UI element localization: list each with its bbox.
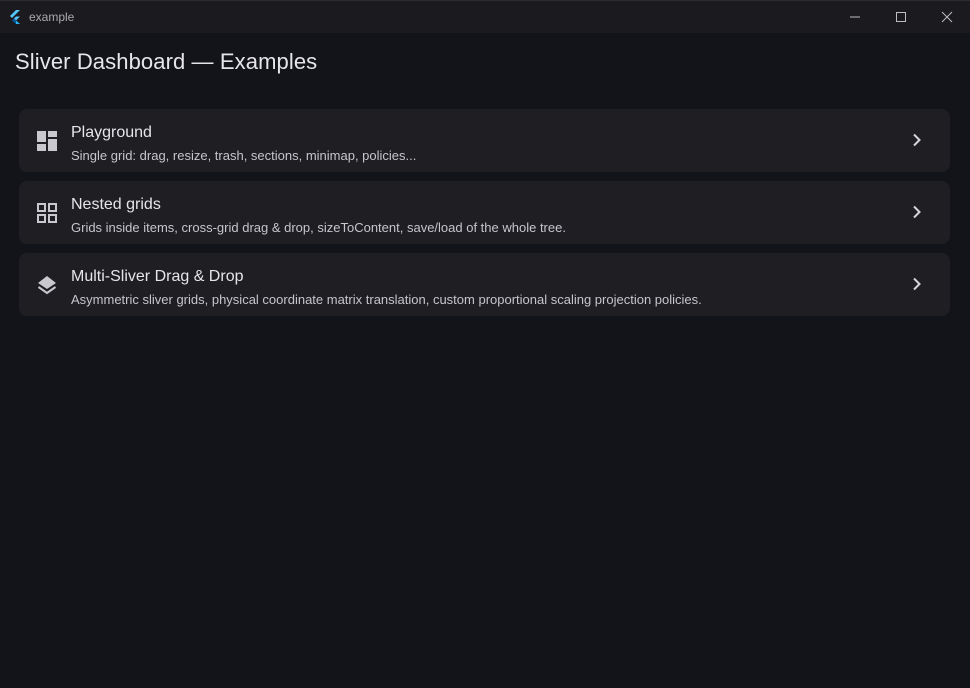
minimize-icon (850, 16, 860, 18)
card-subtitle: Asymmetric sliver grids, physical coordi… (71, 292, 702, 307)
layers-icon (36, 274, 58, 296)
close-icon (941, 11, 953, 23)
maximize-button[interactable] (878, 1, 924, 33)
chevron-right-icon (910, 133, 924, 147)
dashboard-icon (36, 130, 58, 152)
example-card-multi-sliver[interactable]: Multi-Sliver Drag & Drop Asymmetric sliv… (19, 253, 950, 316)
minimize-button[interactable] (832, 1, 878, 33)
card-subtitle: Grids inside items, cross-grid drag & dr… (71, 220, 566, 235)
examples-list: Playground Single grid: drag, resize, tr… (19, 109, 950, 325)
maximize-icon (896, 12, 906, 22)
example-card-playground[interactable]: Playground Single grid: drag, resize, tr… (19, 109, 950, 172)
title-bar[interactable]: example (0, 0, 970, 33)
window-controls (832, 1, 970, 33)
grid-view-icon (36, 202, 58, 224)
close-button[interactable] (924, 1, 970, 33)
card-title: Playground (71, 124, 152, 141)
chevron-right-icon (910, 205, 924, 219)
card-subtitle: Single grid: drag, resize, trash, sectio… (71, 148, 417, 163)
card-title: Multi-Sliver Drag & Drop (71, 268, 244, 285)
chevron-right-icon (910, 277, 924, 291)
example-card-nested-grids[interactable]: Nested grids Grids inside items, cross-g… (19, 181, 950, 244)
flutter-logo-icon (7, 9, 23, 25)
app-window: example Sliver Dashboard — Examples Play… (0, 0, 970, 688)
card-title: Nested grids (71, 196, 161, 213)
window-title: example (29, 10, 75, 24)
page-title: Sliver Dashboard — Examples (15, 49, 318, 74)
